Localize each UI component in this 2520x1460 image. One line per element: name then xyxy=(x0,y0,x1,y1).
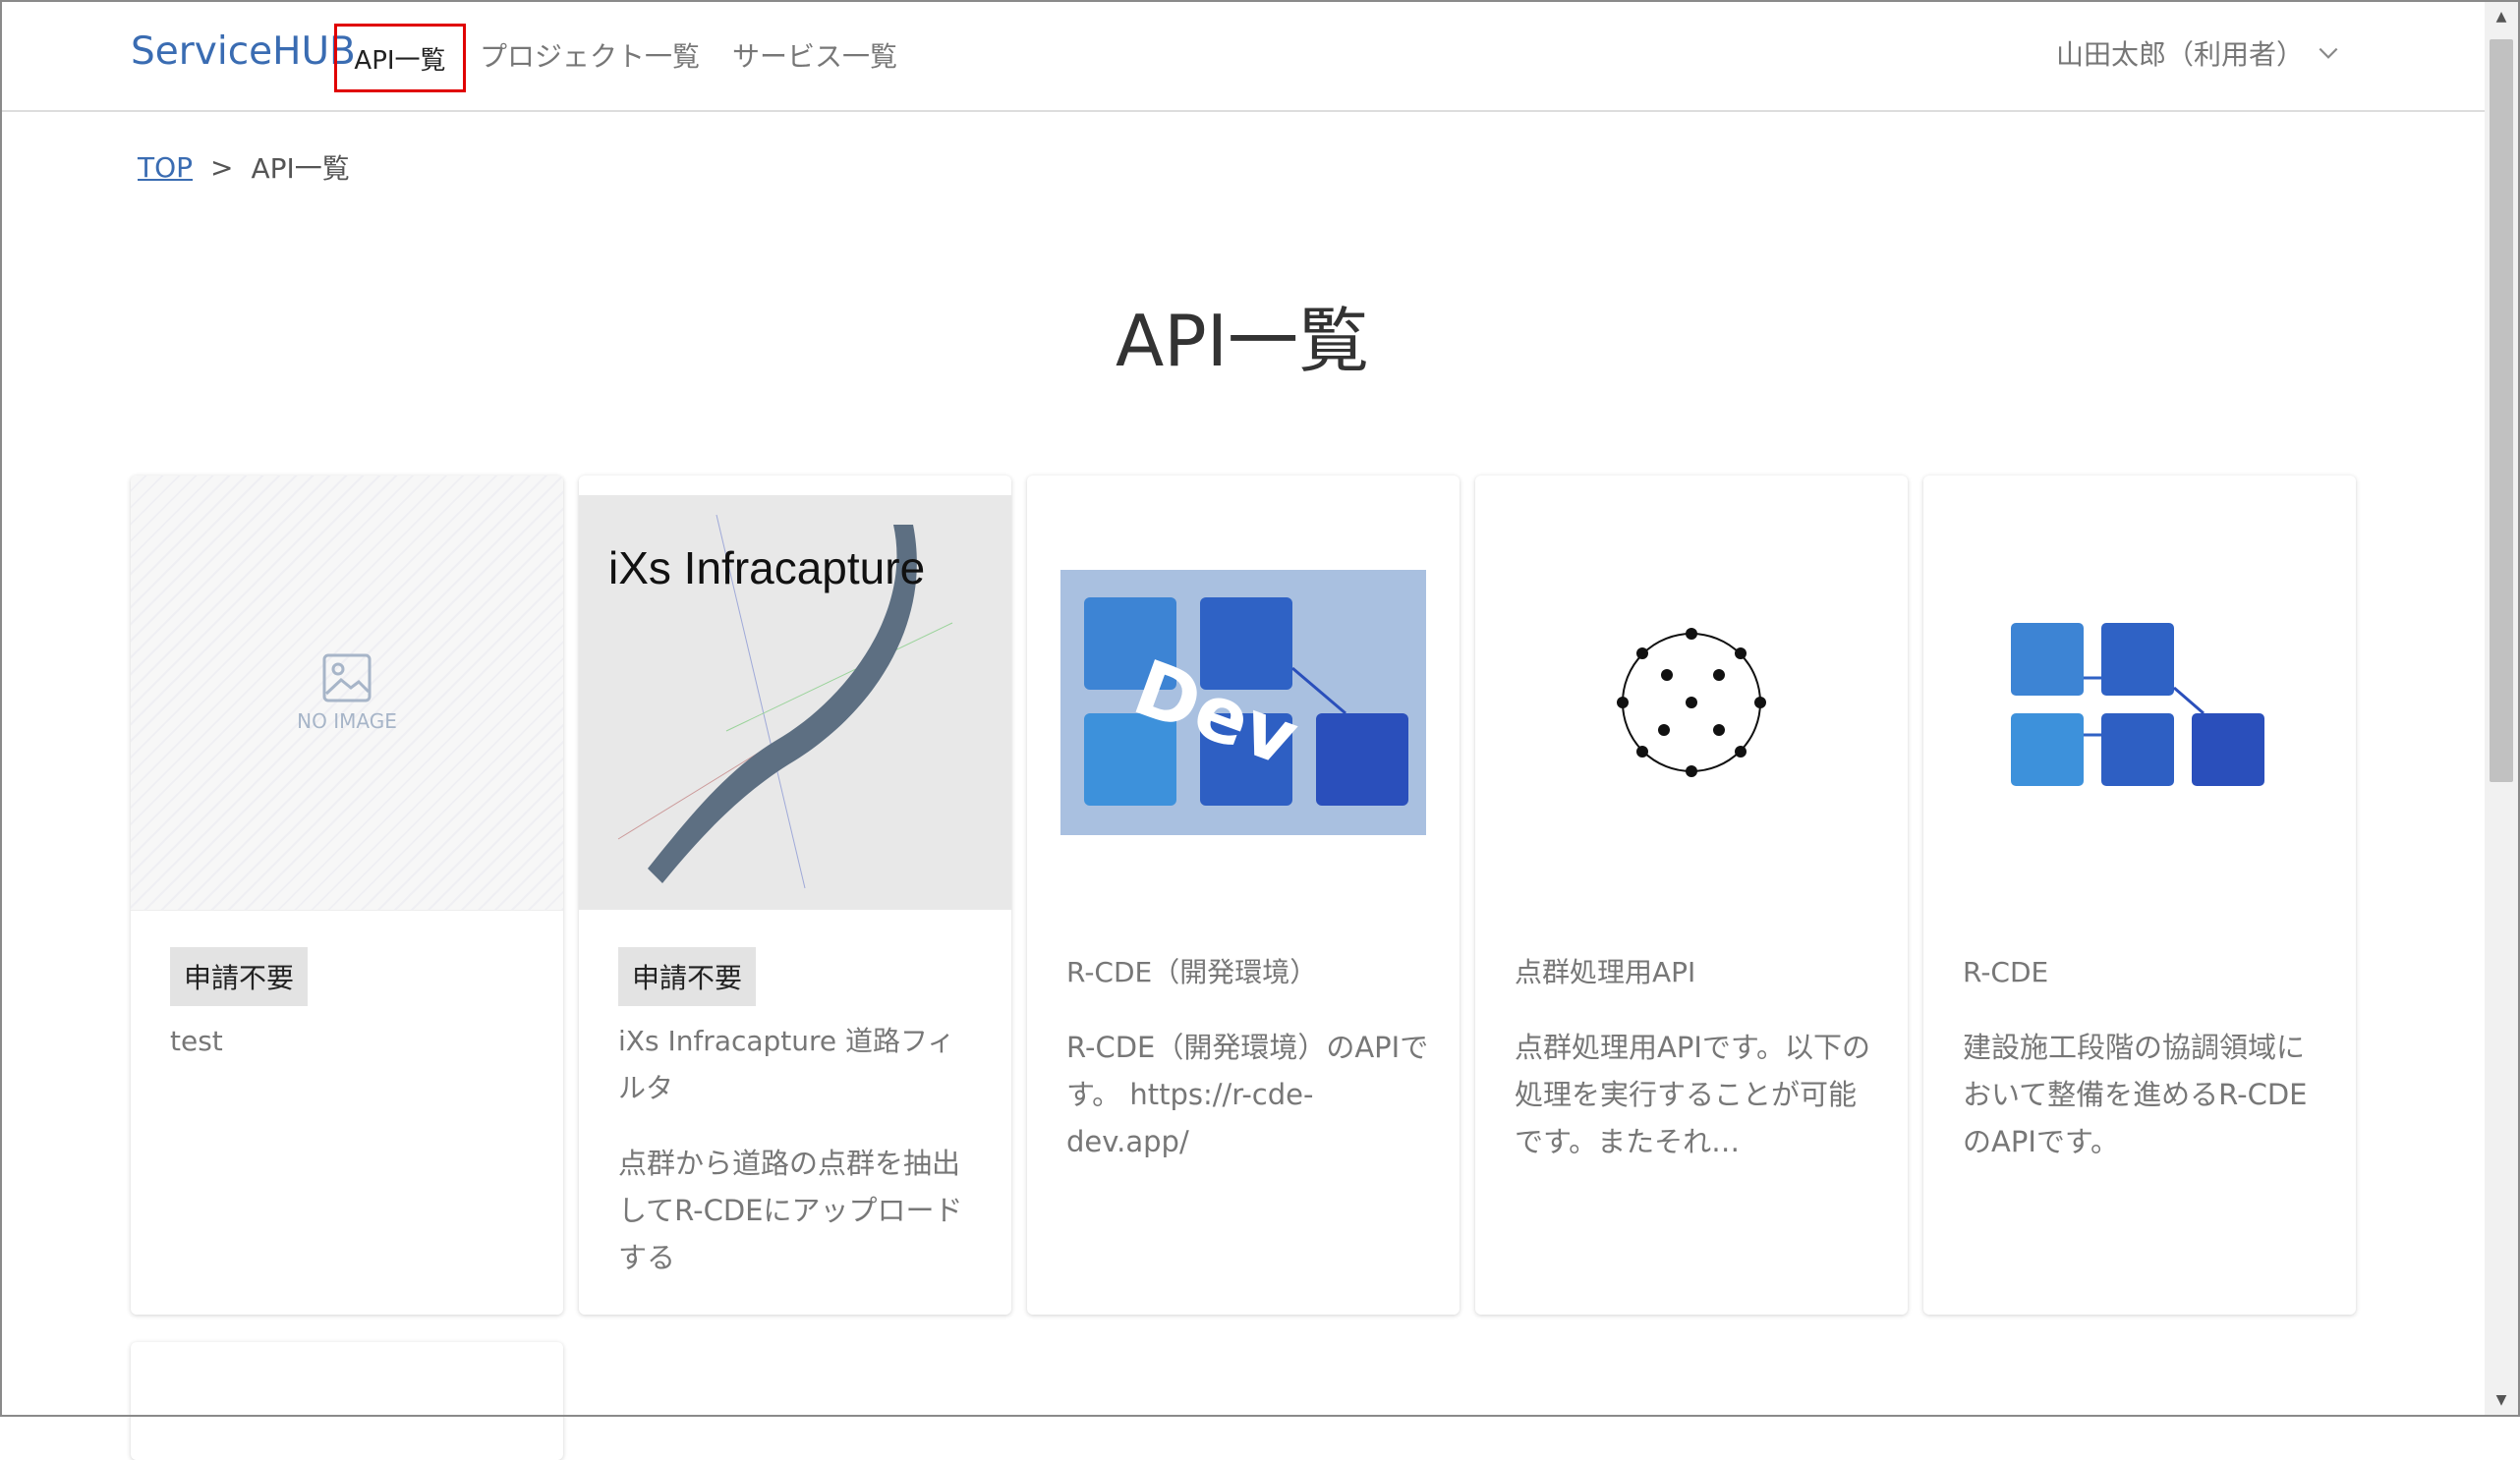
api-card-test[interactable]: NO IMAGE 申請不要 test xyxy=(131,476,563,1315)
api-card-next[interactable] xyxy=(131,1342,563,1460)
application-badge: 申請不要 xyxy=(618,947,757,1006)
card-body: R-CDE 建設施工段階の協調領域において整備を進めるR-CDEのAPIです。 xyxy=(1963,947,2326,1165)
card-image-rcde-dev: Dev xyxy=(1027,495,1460,910)
card-name: R-CDE（開発環境） xyxy=(1066,956,1318,988)
point-cloud-icon xyxy=(1617,628,1766,777)
scroll-up-arrow-icon[interactable]: ▲ xyxy=(2485,2,2518,31)
top-header: ServiceHUB API一覧 プロジェクト一覧 サービス一覧 山田太郎（利用… xyxy=(0,0,2485,112)
api-card-rcde-dev[interactable]: Dev R-CDE（開発環境） R-CDE（開発環境）のAPIです。 https… xyxy=(1027,476,1460,1315)
card-description: 点群処理用APIです。以下の処理を実行することが可能です。またそれ… xyxy=(1515,1031,1870,1158)
card-image-placeholder: NO IMAGE xyxy=(131,476,563,911)
nav-service-list[interactable]: サービス一覧 xyxy=(732,35,897,75)
card-name: test xyxy=(170,1025,223,1057)
card-image-rcde xyxy=(1923,495,2356,910)
user-name: 山田太郎（利用者） xyxy=(2056,38,2305,71)
card-name: R-CDE xyxy=(1963,956,2049,988)
page-title: API一覧 xyxy=(1116,300,1369,382)
card-body: 申請不要 iXs Infracapture 道路フィルタ 点群から道路の点群を抽… xyxy=(618,947,982,1281)
card-image-pointcloud xyxy=(1475,495,1908,910)
vertical-scrollbar[interactable]: ▲ ▼ xyxy=(2485,2,2518,1415)
card-name: iXs Infracapture 道路フィルタ xyxy=(618,1025,955,1104)
breadcrumb-separator: > xyxy=(210,150,234,184)
infracapture-logo-text: iXs Infracapture xyxy=(608,542,925,593)
road-pointcloud-illustration: iXs Infracapture xyxy=(608,514,953,889)
api-card-rcde[interactable]: R-CDE 建設施工段階の協調領域において整備を進めるR-CDEのAPIです。 xyxy=(1923,476,2356,1315)
rcde-dev-logo: Dev xyxy=(1060,570,1426,835)
image-placeholder-icon xyxy=(322,653,372,702)
nav-api-list[interactable]: API一覧 xyxy=(334,24,466,92)
breadcrumb: TOP > API一覧 xyxy=(138,147,350,187)
breadcrumb-top-link[interactable]: TOP xyxy=(138,151,193,184)
rcde-logo xyxy=(2011,623,2264,786)
api-card-pointcloud[interactable]: 点群処理用API 点群処理用APIです。以下の処理を実行することが可能です。また… xyxy=(1475,476,1908,1315)
nav-project-list[interactable]: プロジェクト一覧 xyxy=(480,35,700,75)
no-image-label: NO IMAGE xyxy=(297,709,397,733)
application-badge: 申請不要 xyxy=(170,947,309,1006)
card-image-infracapture: iXs Infracapture xyxy=(579,495,1011,910)
chevron-down-icon xyxy=(2319,47,2338,59)
user-menu[interactable]: 山田太郎（利用者） xyxy=(2056,33,2341,73)
breadcrumb-current: API一覧 xyxy=(251,152,350,185)
card-body: R-CDE（開発環境） R-CDE（開発環境）のAPIです。 https://r… xyxy=(1066,947,1430,1165)
scroll-down-arrow-icon[interactable]: ▼ xyxy=(2485,1385,2518,1415)
api-card-ixs-infracapture[interactable]: iXs Infracapture 申請不要 iXs Infracapture 道… xyxy=(579,476,1011,1315)
card-description: 点群から道路の点群を抽出してR-CDEにアップロードする xyxy=(618,1147,963,1274)
brand-logo-link[interactable]: ServiceHUB xyxy=(131,29,356,74)
card-description: 建設施工段階の協調領域において整備を進めるR-CDEのAPIです。 xyxy=(1963,1031,2308,1158)
scrollbar-thumb[interactable] xyxy=(2490,39,2513,782)
card-name: 点群処理用API xyxy=(1515,956,1696,988)
card-body: 点群処理用API 点群処理用APIです。以下の処理を実行することが可能です。また… xyxy=(1515,947,1878,1165)
card-body: 申請不要 test xyxy=(170,947,534,1093)
card-description: R-CDE（開発環境）のAPIです。 https://r-cde-dev.app… xyxy=(1066,1031,1429,1158)
